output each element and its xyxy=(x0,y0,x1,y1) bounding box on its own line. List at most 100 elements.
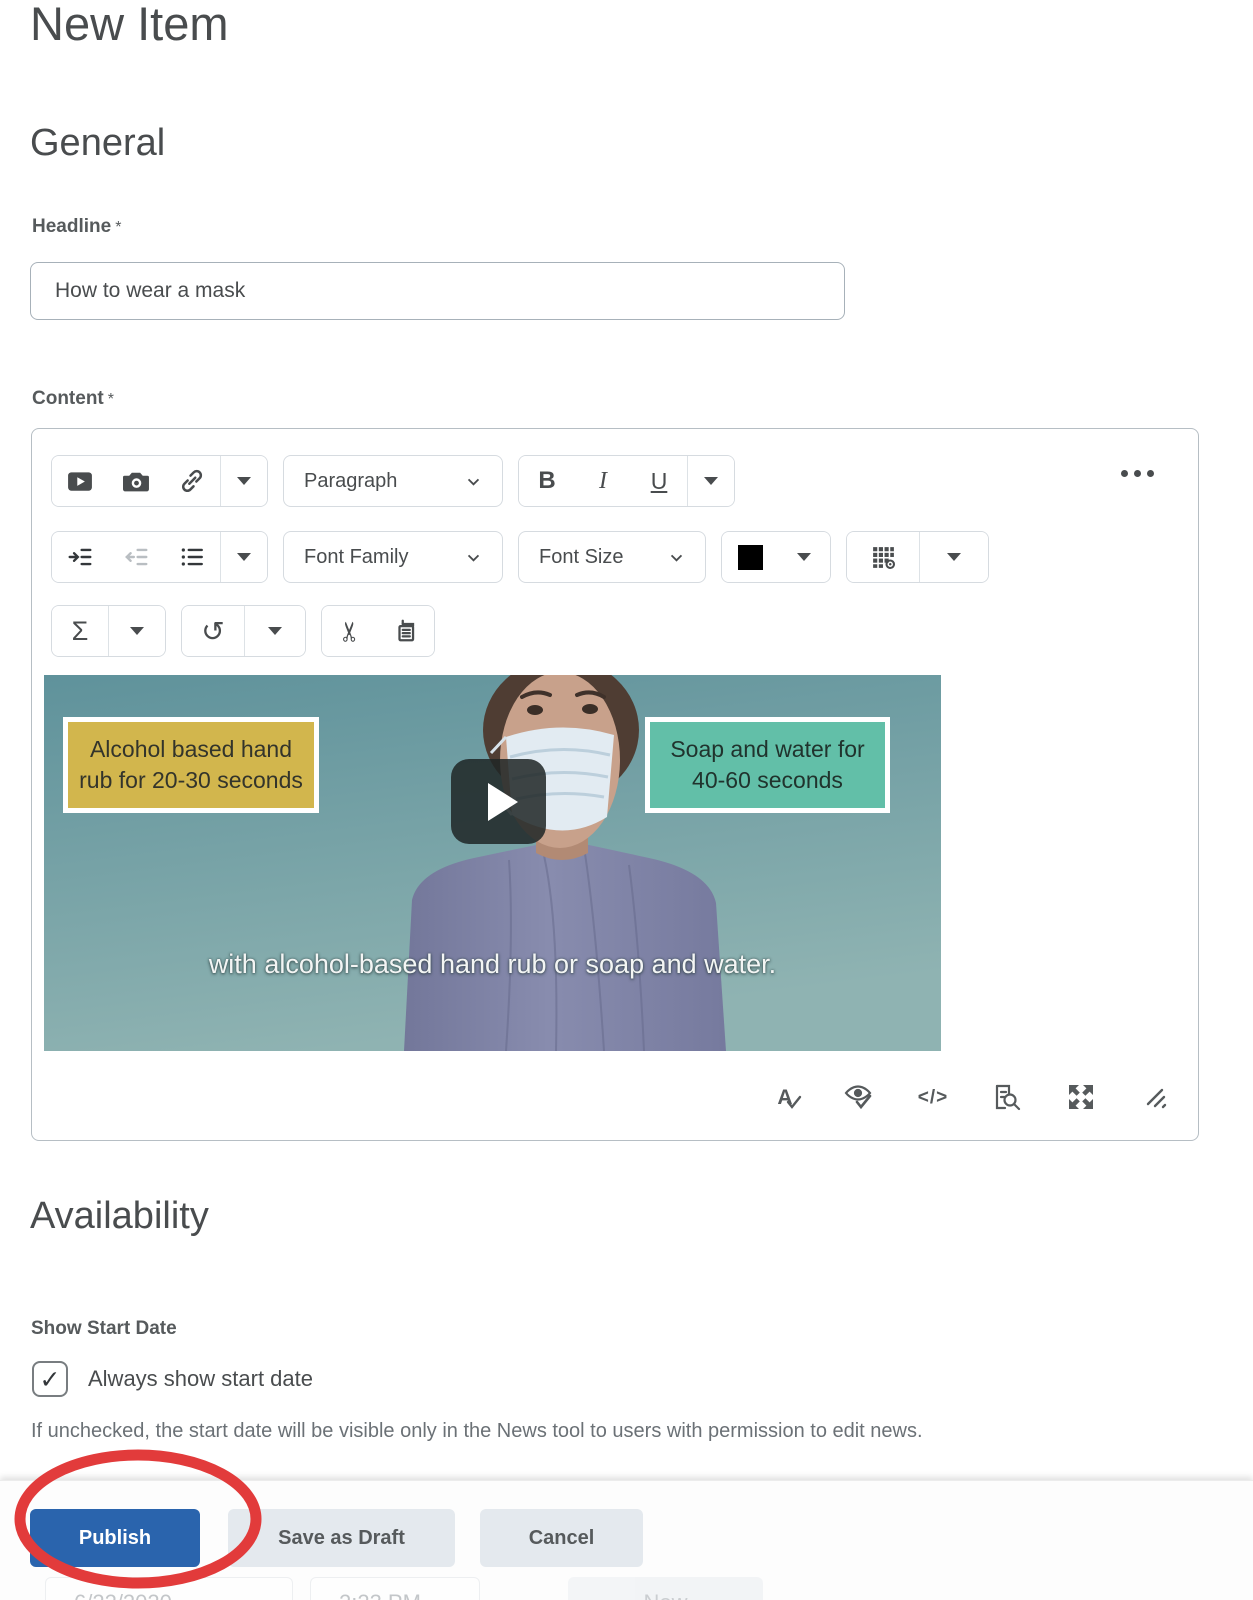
now-button[interactable]: Now xyxy=(568,1577,763,1600)
fullscreen-button[interactable] xyxy=(1064,1081,1098,1115)
list-indent-group xyxy=(51,531,268,583)
text-style-group: B I U xyxy=(518,455,735,507)
caret-down-icon xyxy=(237,553,251,561)
font-color-swatch xyxy=(737,544,763,570)
insert-quicklink-icon xyxy=(179,468,205,494)
underline-button[interactable]: U xyxy=(631,456,687,506)
embedded-video[interactable]: Alcohol based hand rub for 20-30 seconds… xyxy=(44,675,941,1051)
action-footer: Publish Save as Draft Cancel 6/22/2020 2… xyxy=(0,1480,1253,1600)
clipboard-group: ✂ xyxy=(321,605,435,657)
font-family-value: Font Family xyxy=(304,545,409,568)
headline-input[interactable] xyxy=(30,262,845,320)
preview-button[interactable] xyxy=(990,1081,1024,1115)
chevron-down-icon xyxy=(465,473,482,490)
checkmark-icon: ✓ xyxy=(39,1364,61,1394)
insert-table-icon xyxy=(870,544,897,571)
table-dropdown-button[interactable] xyxy=(920,532,988,582)
text-style-dropdown-button[interactable] xyxy=(688,456,734,506)
font-color-button[interactable] xyxy=(722,532,778,582)
content-label: Content xyxy=(32,388,104,409)
indent-icon xyxy=(67,544,93,570)
spellcheck-icon: A xyxy=(777,1086,802,1110)
resize-handle-icon xyxy=(1142,1084,1168,1113)
insert-group xyxy=(51,455,268,507)
toolbar-overflow-button[interactable] xyxy=(1115,469,1160,478)
bold-button[interactable]: B xyxy=(519,456,575,506)
accessibility-check-button[interactable] xyxy=(842,1081,876,1115)
cut-icon: ✂ xyxy=(334,619,366,643)
list-dropdown-button[interactable] xyxy=(221,532,267,582)
now-label: Now xyxy=(643,1590,687,1600)
insert-stuff-button[interactable] xyxy=(52,456,108,506)
outdent-button[interactable] xyxy=(108,532,164,582)
indent-button[interactable] xyxy=(52,532,108,582)
caret-down-icon xyxy=(130,627,144,635)
accessibility-check-icon xyxy=(844,1083,874,1114)
start-date-input[interactable]: 6/22/2020 xyxy=(45,1577,293,1600)
undo-dropdown-button[interactable] xyxy=(245,606,305,656)
html-source-icon: </> xyxy=(917,1087,949,1108)
video-caption-left: Alcohol based hand rub for 20-30 seconds xyxy=(63,717,319,813)
content-label-row: Content * xyxy=(32,388,114,410)
font-family-select[interactable]: Font Family xyxy=(283,531,503,583)
undo-icon: ↺ xyxy=(201,614,225,648)
resize-handle[interactable] xyxy=(1138,1081,1172,1115)
italic-button[interactable]: I xyxy=(575,456,631,506)
equation-icon: Σ xyxy=(71,615,89,646)
headline-label: Headline xyxy=(32,216,112,237)
preview-icon xyxy=(993,1083,1021,1114)
insert-dropdown-button[interactable] xyxy=(221,456,267,506)
font-size-select[interactable]: Font Size xyxy=(518,531,706,583)
outdent-icon xyxy=(123,544,149,570)
bold-icon: B xyxy=(538,467,556,494)
bullet-list-icon xyxy=(179,544,205,570)
bullet-list-button[interactable] xyxy=(164,532,220,582)
italic-icon: I xyxy=(599,467,607,494)
fullscreen-icon xyxy=(1067,1083,1095,1114)
always-show-start-date-checkbox[interactable]: ✓ xyxy=(32,1361,68,1397)
equation-dropdown-button[interactable] xyxy=(109,606,165,656)
paragraph-format-select[interactable]: Paragraph xyxy=(283,455,503,507)
insert-quicklink-button[interactable] xyxy=(164,456,220,506)
chevron-down-icon xyxy=(668,549,685,566)
ellipsis-icon xyxy=(1121,470,1128,477)
paste-button[interactable] xyxy=(378,606,434,656)
caret-down-icon xyxy=(237,477,251,485)
headline-required-mark: * xyxy=(115,219,122,236)
table-group xyxy=(846,531,989,583)
equation-group: Σ xyxy=(51,605,166,657)
underline-icon: U xyxy=(650,467,668,494)
insert-table-button[interactable] xyxy=(847,532,919,582)
font-color-dropdown-button[interactable] xyxy=(778,532,830,582)
video-subtitle: with alcohol-based hand rub or soap and … xyxy=(208,949,777,979)
caret-down-icon xyxy=(797,553,811,561)
undo-button[interactable]: ↺ xyxy=(182,606,244,656)
general-heading: General xyxy=(30,122,166,164)
cut-button[interactable]: ✂ xyxy=(322,606,378,656)
undo-group: ↺ xyxy=(181,605,306,657)
editor-status-bar: A </> xyxy=(768,1081,1172,1115)
start-time-value: 2:23 PM xyxy=(339,1590,421,1600)
cancel-button[interactable]: Cancel xyxy=(480,1509,643,1567)
start-date-value: 6/22/2020 xyxy=(74,1590,172,1600)
spellcheck-button[interactable]: A xyxy=(768,1081,802,1115)
insert-stuff-icon xyxy=(67,469,93,493)
publish-button[interactable]: Publish xyxy=(30,1509,200,1567)
insert-image-icon xyxy=(122,469,150,493)
headline-label-row: Headline * xyxy=(32,216,121,238)
save-as-draft-button[interactable]: Save as Draft xyxy=(228,1509,455,1567)
paragraph-format-value: Paragraph xyxy=(304,469,398,492)
caret-down-icon xyxy=(268,627,282,635)
video-play-button[interactable] xyxy=(451,759,546,844)
caret-down-icon xyxy=(704,477,718,485)
content-required-mark: * xyxy=(107,391,114,408)
video-caption-right: Soap and water for 40-60 seconds xyxy=(645,717,890,813)
new-item-page: New Item General Headline* Content* xyxy=(0,0,1253,1600)
equation-button[interactable]: Σ xyxy=(52,606,108,656)
show-start-date-label: Show Start Date xyxy=(31,1318,177,1339)
html-source-button[interactable]: </> xyxy=(916,1081,950,1115)
page-title: New Item xyxy=(30,0,229,50)
chevron-down-icon xyxy=(465,549,482,566)
insert-image-button[interactable] xyxy=(108,456,164,506)
start-time-input[interactable]: 2:23 PM xyxy=(310,1577,480,1600)
